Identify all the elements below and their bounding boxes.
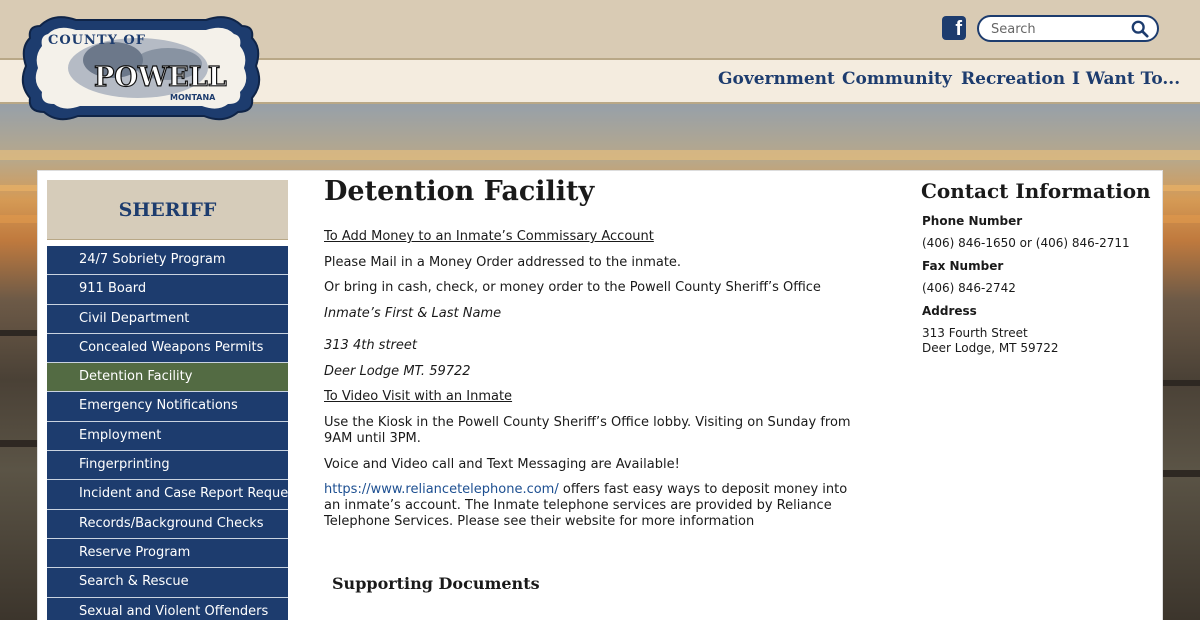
address-line1: 313 Fourth Street: [922, 326, 1028, 340]
sidebar-item-detention-facility[interactable]: Detention Facility: [47, 363, 288, 393]
page-title: Detention Facility: [324, 176, 595, 207]
sidebar-item-fingerprinting[interactable]: Fingerprinting: [47, 451, 288, 481]
voice-video-text: Voice and Video call and Text Messaging …: [324, 457, 680, 472]
sidebar-item-civil-department[interactable]: Civil Department: [47, 304, 288, 334]
logo-line1: COUNTY OF: [48, 33, 146, 48]
sidebar-item-911-board[interactable]: 911 Board: [47, 275, 288, 305]
nav-i-want-to[interactable]: I Want To...: [1072, 69, 1180, 89]
sidebar-item-records-checks[interactable]: Records/Background Checks: [47, 509, 288, 539]
sidebar-item-search-rescue[interactable]: Search & Rescue: [47, 568, 288, 598]
facebook-icon[interactable]: f: [942, 16, 966, 40]
logo-badge-icon: COUNTY OF POWELL MONTANA: [21, 16, 261, 121]
reliance-paragraph: https://www.reliancetelephone.com/ offer…: [324, 482, 864, 530]
search-box[interactable]: [977, 15, 1159, 42]
fax-value: (406) 846-2742: [922, 281, 1016, 295]
search-icon[interactable]: [1131, 20, 1149, 38]
inmate-name-line: Inmate’s First & Last Name: [324, 306, 502, 321]
nav-recreation[interactable]: Recreation: [961, 69, 1065, 89]
sidebar-item-employment[interactable]: Employment: [47, 421, 288, 452]
kiosk-text: Use the Kiosk in the Powell County Sheri…: [324, 415, 851, 446]
add-money-heading: To Add Money to an Inmate’s Commissary A…: [324, 229, 654, 244]
fence-rail: [0, 330, 37, 336]
fence-rail: [1163, 380, 1200, 386]
mail-text: Please Mail in a Money Order addressed t…: [324, 255, 682, 270]
fence-rail: [1163, 470, 1200, 477]
phone-value: (406) 846-1650 or (406) 846-2711: [922, 236, 1130, 250]
address-line2: Deer Lodge, MT 59722: [922, 341, 1059, 355]
video-visit-heading: To Video Visit with an Inmate: [324, 389, 513, 404]
nav-government[interactable]: Government: [718, 69, 835, 89]
contact-title: Contact Information: [921, 179, 1151, 203]
logo-line3: MONTANA: [170, 93, 216, 102]
sidebar-title: SHERIFF: [47, 180, 288, 240]
sidebar-item-concealed-weapons[interactable]: Concealed Weapons Permits: [47, 333, 288, 364]
address-label: Address: [922, 304, 977, 318]
logo-line2: POWELL: [94, 62, 227, 93]
phone-label: Phone Number: [922, 214, 1023, 228]
sidebar-nav: 24/7 Sobriety Program 911 Board Civil De…: [47, 246, 300, 620]
bring-text: Or bring in cash, check, or money order …: [324, 280, 821, 295]
sunset-streak: [0, 150, 1200, 160]
fence-rail: [0, 440, 37, 447]
fax-label: Fax Number: [922, 259, 1004, 273]
county-logo[interactable]: COUNTY OF POWELL MONTANA: [18, 8, 264, 128]
sidebar-item-incident-report[interactable]: Incident and Case Report Request: [47, 480, 300, 510]
sidebar-item-emergency-notifications[interactable]: Emergency Notifications: [47, 392, 288, 422]
supporting-documents-heading: Supporting Documents: [332, 574, 540, 593]
sidebar-item-sobriety-program[interactable]: 24/7 Sobriety Program: [47, 246, 288, 276]
city-line: Deer Lodge MT. 59722: [324, 364, 471, 379]
reliance-link[interactable]: https://www.reliancetelephone.com/: [324, 482, 559, 497]
sidebar-item-offenders[interactable]: Sexual and Violent Offenders: [47, 597, 288, 620]
nav-community[interactable]: Community: [842, 69, 952, 89]
search-input[interactable]: [991, 20, 1131, 38]
sidebar-item-reserve-program[interactable]: Reserve Program: [47, 538, 288, 569]
street-line: 313 4th street: [324, 338, 417, 353]
